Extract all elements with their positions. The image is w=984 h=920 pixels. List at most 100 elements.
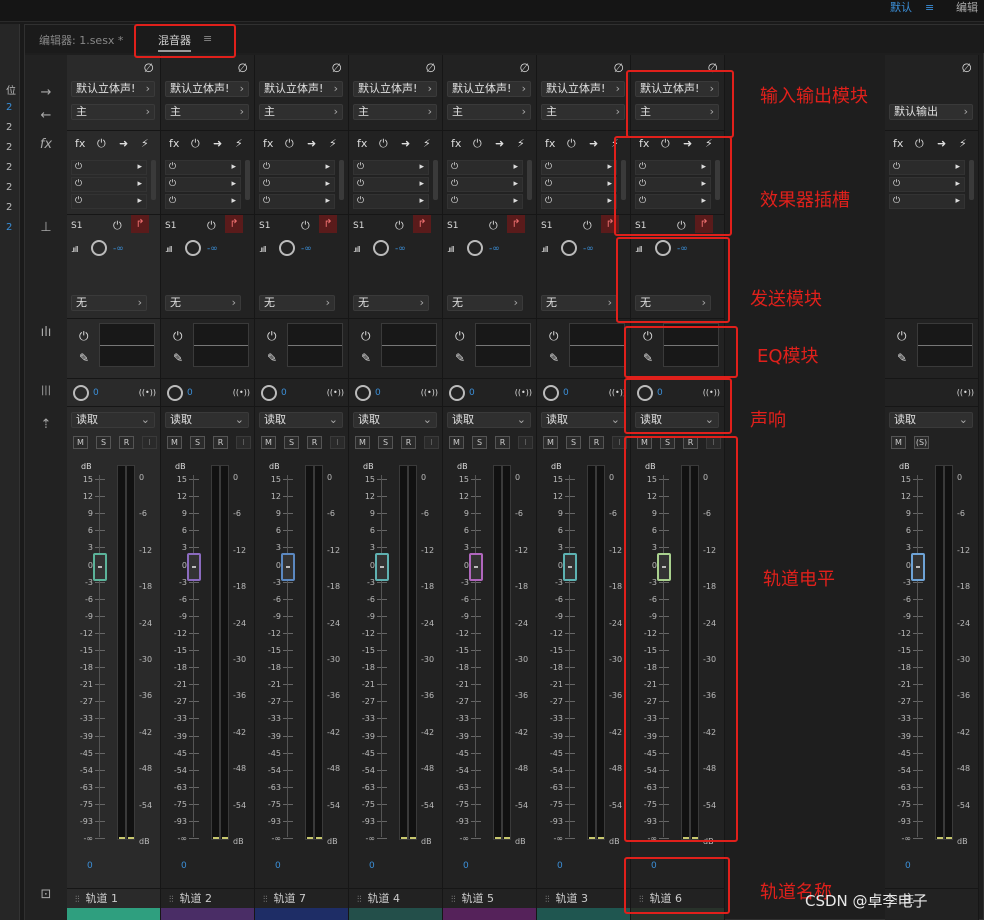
slot-power-icon[interactable]: ⏻	[263, 162, 270, 172]
phase-invert-icon[interactable]: ∅	[238, 61, 248, 75]
slot-power-icon[interactable]: ⏻	[893, 196, 900, 206]
input-monitor-button[interactable]: I	[330, 436, 345, 449]
automation-mode-select[interactable]: 读取 ⌄	[353, 412, 437, 428]
send-bus-selector[interactable]: 无 ›	[447, 295, 523, 311]
fx-power-icon[interactable]: ⏻	[379, 137, 388, 151]
fx-slot[interactable]: ⏻ ▸	[541, 177, 617, 192]
automation-mode-select[interactable]: 读取 ⌄	[165, 412, 249, 428]
fx-scrollbar[interactable]	[527, 160, 532, 200]
input-selector[interactable]: 默认立体声! ›	[541, 81, 625, 97]
slot-arrow-icon[interactable]: ▸	[513, 179, 518, 189]
send-power-icon[interactable]: ⏻	[301, 219, 310, 233]
send-prepost-icon[interactable]: ↱	[319, 215, 337, 233]
output-selector[interactable]: 主 ›	[541, 104, 625, 120]
volume-fader-handle[interactable]	[93, 553, 107, 581]
solo-button[interactable]: (S)	[914, 436, 929, 449]
record-arm-button[interactable]: R	[495, 436, 510, 449]
slot-arrow-icon[interactable]: ▸	[513, 196, 518, 206]
mute-button[interactable]: M	[261, 436, 276, 449]
pan-knob[interactable]	[167, 385, 183, 401]
fx-route-icon[interactable]: ➜	[307, 137, 316, 150]
slot-power-icon[interactable]: ⏻	[357, 179, 364, 189]
slot-power-icon[interactable]: ⏻	[169, 179, 176, 189]
eq-pencil-icon[interactable]: ✎	[455, 351, 465, 365]
eq-graph[interactable]	[917, 323, 973, 367]
pan-knob[interactable]	[73, 385, 89, 401]
eq-graph[interactable]	[381, 323, 437, 367]
eq-graph[interactable]	[475, 323, 531, 367]
pan-mode-icon[interactable]: ((•))	[515, 388, 532, 397]
pan-mode-icon[interactable]: ((•))	[421, 388, 438, 397]
fx-power-icon[interactable]: ⏻	[567, 137, 576, 151]
phase-invert-icon[interactable]: ∅	[614, 61, 624, 75]
eq-icon[interactable]: ılı	[35, 325, 57, 340]
slot-power-icon[interactable]: ⏻	[263, 196, 270, 206]
automation-mode-select[interactable]: 读取 ⌄	[889, 412, 973, 428]
tab-editor[interactable]: 编辑器: 1.sesx *	[39, 32, 123, 48]
slot-power-icon[interactable]: ⏻	[545, 162, 552, 172]
volume-fader-handle[interactable]	[469, 553, 483, 581]
fx-slot[interactable]: ⏻ ▸	[353, 177, 429, 192]
pan-mode-icon[interactable]: ((•))	[327, 388, 344, 397]
slot-power-icon[interactable]: ⏻	[545, 196, 552, 206]
eq-pencil-icon[interactable]: ✎	[549, 351, 559, 365]
slot-power-icon[interactable]: ⏻	[893, 162, 900, 172]
solo-button[interactable]: S	[190, 436, 205, 449]
send-bus-selector[interactable]: 无 ›	[165, 295, 241, 311]
fx-route-icon[interactable]: ➜	[401, 137, 410, 150]
slot-power-icon[interactable]: ⏻	[451, 179, 458, 189]
fx-slot[interactable]: ⏻ ▸	[889, 194, 965, 209]
fx-route-icon[interactable]: ➜	[495, 137, 504, 150]
mute-button[interactable]: M	[891, 436, 906, 449]
record-arm-button[interactable]: R	[401, 436, 416, 449]
eq-power-icon[interactable]: ⏻	[173, 329, 183, 344]
fx-toggle-icon[interactable]: fx	[451, 137, 461, 150]
send-volume-knob[interactable]	[185, 240, 201, 256]
input-monitor-button[interactable]: I	[518, 436, 533, 449]
fx-scrollbar[interactable]	[339, 160, 344, 200]
input-selector[interactable]: 默认立体声! ›	[165, 81, 249, 97]
fx-power-icon[interactable]: ⏻	[285, 137, 294, 151]
fx-slot[interactable]: ⏻ ▸	[259, 194, 335, 209]
workspace-default[interactable]: 默认	[890, 1, 912, 15]
fx-lightning-icon[interactable]: ⚡	[235, 137, 243, 150]
slot-arrow-icon[interactable]: ▸	[419, 196, 424, 206]
slot-power-icon[interactable]: ⏻	[451, 162, 458, 172]
slot-power-icon[interactable]: ⏻	[263, 179, 270, 189]
eq-power-icon[interactable]: ⏻	[897, 329, 907, 344]
eq-pencil-icon[interactable]: ✎	[897, 351, 907, 365]
fx-scrollbar[interactable]	[433, 160, 438, 200]
send-power-icon[interactable]: ⏻	[207, 219, 216, 233]
phase-invert-icon[interactable]: ∅	[426, 61, 436, 75]
eq-graph[interactable]	[99, 323, 155, 367]
pan-knob[interactable]	[543, 385, 559, 401]
automation-mode-select[interactable]: 读取 ⌄	[541, 412, 625, 428]
fx-route-icon[interactable]: ➜	[937, 137, 946, 150]
slot-arrow-icon[interactable]: ▸	[419, 179, 424, 189]
record-arm-button[interactable]: R	[119, 436, 134, 449]
eq-pencil-icon[interactable]: ✎	[173, 351, 183, 365]
workspace-edit[interactable]: 编辑	[956, 1, 978, 15]
send-prepost-icon[interactable]: ↱	[225, 215, 243, 233]
fx-scrollbar[interactable]	[969, 160, 974, 200]
track-name[interactable]: ⫶⫶ 轨道 1	[67, 888, 160, 908]
output-selector[interactable]: 主 ›	[353, 104, 437, 120]
phase-invert-icon[interactable]: ∅	[520, 61, 530, 75]
input-selector[interactable]: 默认立体声! ›	[353, 81, 437, 97]
eq-pencil-icon[interactable]: ✎	[79, 351, 89, 365]
fx-toggle-icon[interactable]: fx	[545, 137, 555, 150]
output-selector[interactable]: 主 ›	[259, 104, 343, 120]
slot-arrow-icon[interactable]: ▸	[955, 179, 960, 189]
pan-knob[interactable]	[449, 385, 465, 401]
solo-button[interactable]: S	[284, 436, 299, 449]
mute-button[interactable]: M	[167, 436, 182, 449]
volume-fader-handle[interactable]	[911, 553, 925, 581]
send-power-icon[interactable]: ⏻	[489, 219, 498, 233]
slot-power-icon[interactable]: ⏻	[357, 196, 364, 206]
send-bus-selector[interactable]: 无 ›	[353, 295, 429, 311]
track-name[interactable]: ⫶⫶ 轨道 7	[255, 888, 348, 908]
slot-arrow-icon[interactable]: ▸	[137, 196, 142, 206]
fx-lightning-icon[interactable]: ⚡	[329, 137, 337, 150]
fx-icon[interactable]: fx	[35, 137, 57, 152]
automation-mode-select[interactable]: 读取 ⌄	[259, 412, 343, 428]
